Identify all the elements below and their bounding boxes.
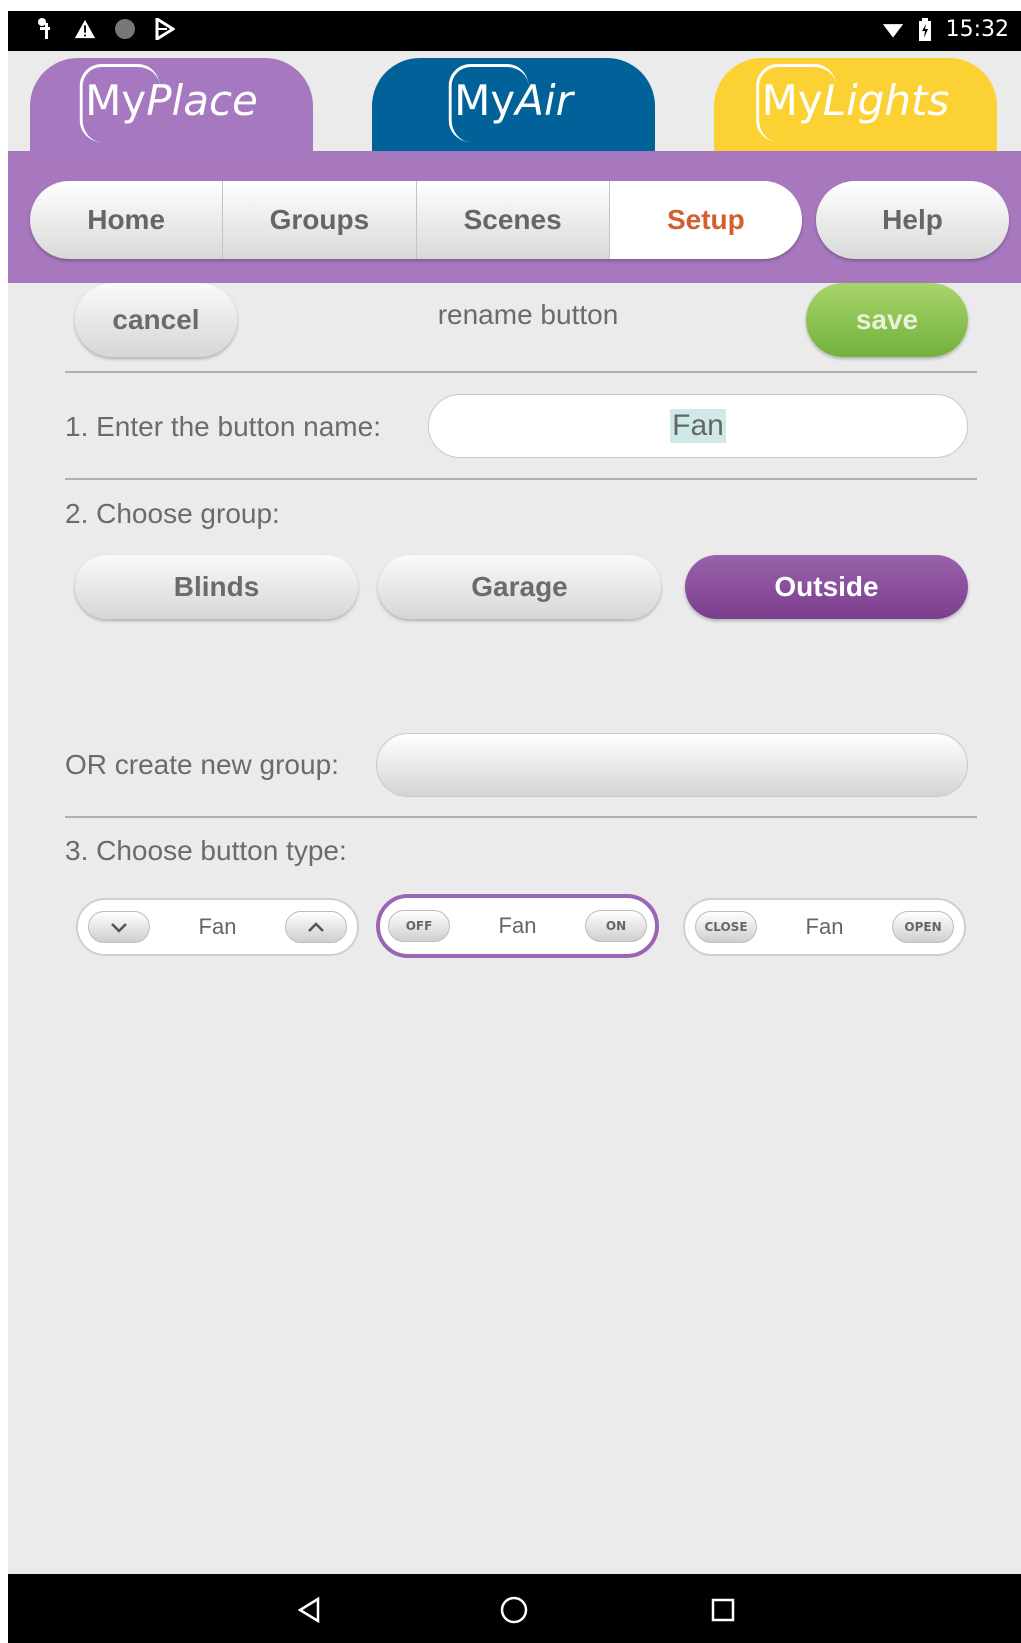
cancel-button[interactable]: cancel [75, 283, 237, 357]
button-name-input[interactable]: Fan [428, 394, 968, 458]
back-icon[interactable] [291, 1592, 327, 1628]
group-garage-button[interactable]: Garage [378, 555, 661, 619]
segmented-nav: Home Groups Scenes Setup [30, 181, 802, 259]
app-screen: 15:32 MyPlace MyAir MyLights Home Groups… [8, 11, 1021, 1643]
mini-on-button: ON [585, 910, 647, 942]
step1-label: 1. Enter the button name: [65, 411, 381, 442]
divider [65, 371, 977, 373]
tab-mylights[interactable]: MyLights [714, 58, 997, 158]
page-title: rename button [437, 299, 619, 330]
help-button[interactable]: Help [816, 181, 1009, 259]
save-button[interactable]: save [806, 283, 968, 357]
myair-logo: MyAir [448, 64, 573, 142]
new-group-label: OR create new group: [65, 749, 339, 780]
tab-myair[interactable]: MyAir [372, 58, 655, 158]
divider [65, 478, 977, 480]
mini-up-button [285, 911, 347, 943]
button-name-value: Fan [670, 409, 726, 443]
system-nav-bar [8, 1574, 1021, 1643]
warning-icon [74, 17, 96, 41]
group-blinds-button[interactable]: Blinds [75, 555, 358, 619]
divider [65, 816, 977, 818]
wifi-icon [882, 18, 904, 42]
button-type-updown[interactable]: Fan [76, 898, 359, 956]
status-bar: 15:32 [8, 11, 1021, 51]
battery-icon [914, 17, 936, 42]
chevron-up-icon [308, 922, 324, 932]
tab-myplace[interactable]: MyPlace [30, 58, 313, 158]
play-store-icon [154, 17, 176, 41]
nav-band: Home Groups Scenes Setup Help [8, 151, 1021, 283]
recents-icon[interactable] [705, 1592, 741, 1628]
button-type-onoff[interactable]: OFF Fan ON [376, 894, 659, 958]
step3-label: 3. Choose button type: [65, 835, 347, 866]
nav-scenes[interactable]: Scenes [417, 181, 610, 259]
mini-open-button: OPEN [892, 911, 954, 943]
nav-groups[interactable]: Groups [223, 181, 417, 259]
mylights-logo: MyLights [755, 64, 949, 142]
button-type-openclose[interactable]: CLOSE Fan OPEN [683, 898, 966, 956]
dot-icon [114, 17, 136, 41]
step2-label: 2. Choose group: [65, 498, 280, 529]
group-outside-button[interactable]: Outside [685, 555, 968, 619]
home-icon[interactable] [496, 1592, 532, 1628]
nav-setup[interactable]: Setup [609, 181, 802, 259]
new-group-input[interactable] [376, 733, 968, 797]
clock-time: 15:32 [945, 17, 1009, 42]
usb-icon [34, 17, 56, 41]
myplace-logo: MyPlace [79, 64, 258, 142]
nav-home[interactable]: Home [30, 181, 224, 259]
